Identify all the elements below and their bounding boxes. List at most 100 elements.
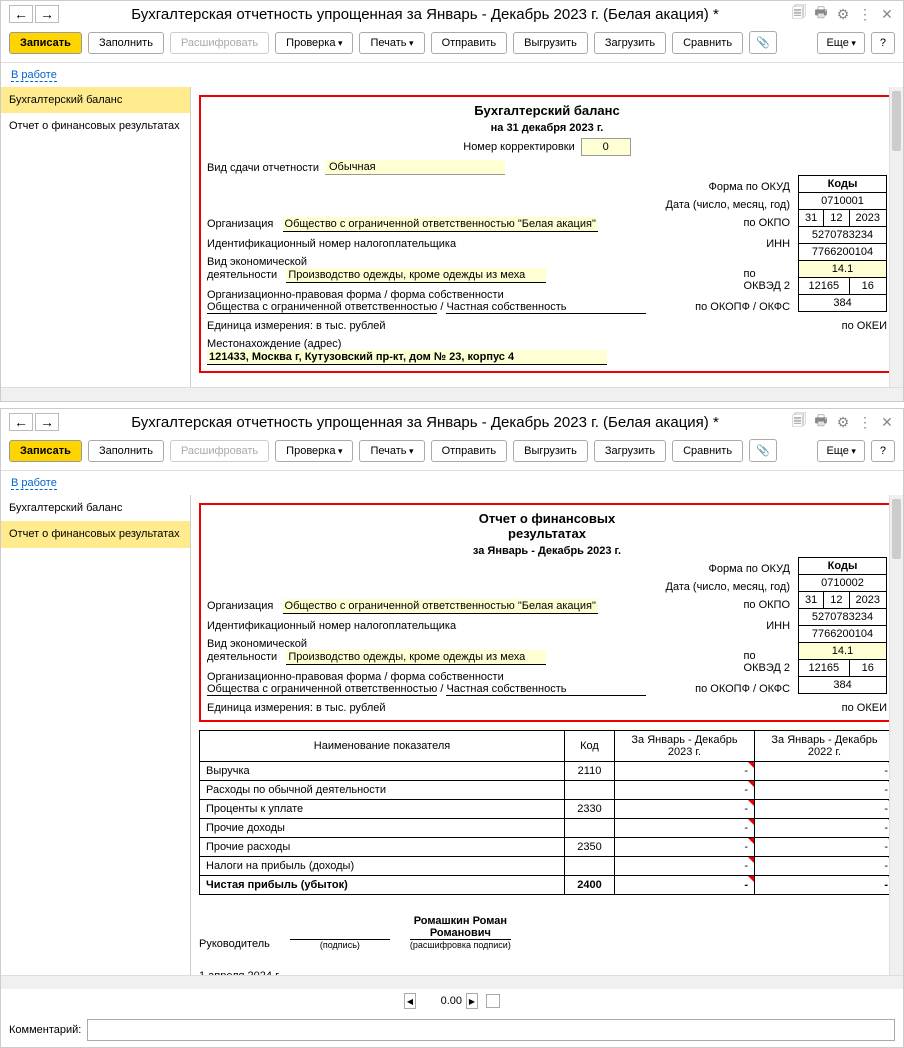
scrollbar-vertical[interactable] <box>889 495 903 975</box>
scrollbar-horizontal[interactable] <box>1 387 903 401</box>
okved-code[interactable]: 14.1 <box>799 643 887 660</box>
send-button[interactable]: Отправить <box>431 440 508 462</box>
export-button[interactable]: Выгрузить <box>513 32 588 54</box>
nav-buttons: ← → <box>9 5 59 23</box>
unit-label: Единица измерения: в тыс. рублей <box>207 320 386 332</box>
footer-controls: ◀ 0.00 ▶ <box>1 989 903 1013</box>
close-icon[interactable]: ✕ <box>879 414 895 430</box>
help-button[interactable]: ? <box>871 32 895 54</box>
comment-label: Комментарий: <box>9 1024 81 1036</box>
row-val-y2[interactable]: - <box>755 838 895 857</box>
col-y1: За Январь - Декабрь 2023 г. <box>615 731 755 762</box>
compare-button[interactable]: Сравнить <box>672 440 743 462</box>
attach-button[interactable]: 📎 <box>749 439 777 462</box>
fill-button[interactable]: Заполнить <box>88 32 164 54</box>
row-val-y2[interactable]: - <box>755 876 895 895</box>
organization-row: Организация Общество с ограниченной отве… <box>207 217 887 232</box>
save-icon[interactable]: 🗐 <box>791 6 807 22</box>
nav-forward-button[interactable]: → <box>35 5 59 23</box>
small-square-button[interactable] <box>486 994 500 1008</box>
export-button[interactable]: Выгрузить <box>513 440 588 462</box>
kebab-icon[interactable]: ⋮ <box>857 6 873 22</box>
signature-line <box>290 927 390 940</box>
more-dropdown[interactable]: Еще <box>817 32 864 54</box>
row-val-y1[interactable]: - <box>615 838 755 857</box>
check-dropdown[interactable]: Проверка <box>275 440 353 462</box>
save-icon[interactable]: 🗐 <box>791 414 807 430</box>
director-name2: Романович <box>410 927 511 940</box>
attach-button[interactable]: 📎 <box>749 31 777 54</box>
col-code: Код <box>565 731 615 762</box>
row-val-y2[interactable]: - <box>755 800 895 819</box>
help-button[interactable]: ? <box>871 440 895 462</box>
okved-code[interactable]: 14.1 <box>799 261 887 278</box>
value-stepper[interactable]: ◀ 0.00 ▶ <box>404 993 478 1009</box>
row-val-y2[interactable]: - <box>755 819 895 838</box>
okved-value[interactable]: Производство одежды, кроме одежды из мех… <box>286 650 546 665</box>
in-work-link[interactable]: В работе <box>1 471 903 495</box>
print-dropdown[interactable]: Печать <box>359 440 424 462</box>
organization-label: Организация <box>207 600 273 612</box>
window-controls: 🗐 🖶 ⚙ ⋮ ✕ <box>791 414 895 430</box>
send-button[interactable]: Отправить <box>431 32 508 54</box>
row-val-y1[interactable]: - <box>615 781 755 800</box>
row-val-y1[interactable]: - <box>615 876 755 895</box>
title-row: ← → Бухгалтерская отчетность упрощенная … <box>1 409 903 435</box>
row-name: Проценты к уплате <box>200 800 565 819</box>
sidebar-item-balance[interactable]: Бухгалтерский баланс <box>1 495 190 521</box>
print-dropdown[interactable]: Печать <box>359 32 424 54</box>
nav-forward-button[interactable]: → <box>35 413 59 431</box>
comment-input[interactable] <box>87 1019 895 1041</box>
in-work-link[interactable]: В работе <box>1 63 903 87</box>
organization-value[interactable]: Общество с ограниченной ответственностью… <box>283 217 598 232</box>
table-row: Расходы по обычной деятельности-- <box>200 781 895 800</box>
row-val-y2[interactable]: - <box>755 781 895 800</box>
sidebar-item-balance[interactable]: Бухгалтерский баланс <box>1 87 190 113</box>
decode-button: Расшифровать <box>170 440 269 462</box>
import-button[interactable]: Загрузить <box>594 32 666 54</box>
row-val-y1[interactable]: - <box>615 819 755 838</box>
sidebar: Бухгалтерский баланс Отчет о финансовых … <box>1 495 191 975</box>
scrollbar-vertical[interactable] <box>889 87 903 387</box>
row-code <box>565 819 615 838</box>
address-value[interactable]: 121433, Москва г, Кутузовский пр-кт, дом… <box>207 350 607 365</box>
row-val-y1[interactable]: - <box>615 762 755 781</box>
stepper-value[interactable]: 0.00 <box>416 994 466 1008</box>
kebab-icon[interactable]: ⋮ <box>857 414 873 430</box>
row-val-y1[interactable]: - <box>615 800 755 819</box>
print-icon[interactable]: 🖶 <box>813 414 829 430</box>
correction-input[interactable]: 0 <box>581 138 631 156</box>
codes-header: Коды <box>799 176 887 193</box>
role-label: Руководитель <box>199 938 270 950</box>
save-button[interactable]: Записать <box>9 440 82 462</box>
okved-value[interactable]: Производство одежды, кроме одежды из мех… <box>286 268 546 283</box>
row-val-y1[interactable]: - <box>615 857 755 876</box>
nav-back-button[interactable]: ← <box>9 5 33 23</box>
row-val-y2[interactable]: - <box>755 857 895 876</box>
fill-button[interactable]: Заполнить <box>88 440 164 462</box>
window-controls: 🗐 🖶 ⚙ ⋮ ✕ <box>791 6 895 22</box>
row-val-y2[interactable]: - <box>755 762 895 781</box>
settings-icon[interactable]: ⚙ <box>835 414 851 430</box>
content-wrap: Бухгалтерский баланс на 31 декабря 2023 … <box>191 87 903 387</box>
import-button[interactable]: Загрузить <box>594 440 666 462</box>
date-day: 31 <box>799 210 824 227</box>
submission-type-input[interactable]: Обычная <box>325 160 505 175</box>
check-dropdown[interactable]: Проверка <box>275 32 353 54</box>
organization-value[interactable]: Общество с ограниченной ответственностью… <box>283 599 598 614</box>
submission-type-row: Вид сдачи отчетности Обычная <box>207 160 887 175</box>
save-button[interactable]: Записать <box>9 32 82 54</box>
sidebar-item-pnl[interactable]: Отчет о финансовых результатах <box>1 113 190 139</box>
print-icon[interactable]: 🖶 <box>813 6 829 22</box>
scrollbar-horizontal[interactable] <box>1 975 903 989</box>
settings-icon[interactable]: ⚙ <box>835 6 851 22</box>
sidebar-item-pnl[interactable]: Отчет о финансовых результатах <box>1 521 190 547</box>
stepper-left-icon[interactable]: ◀ <box>404 993 416 1009</box>
nav-back-button[interactable]: ← <box>9 413 33 431</box>
row-code: 2400 <box>565 876 615 895</box>
row-code: 2330 <box>565 800 615 819</box>
close-icon[interactable]: ✕ <box>879 6 895 22</box>
more-dropdown[interactable]: Еще <box>817 440 864 462</box>
stepper-right-icon[interactable]: ▶ <box>466 993 478 1009</box>
compare-button[interactable]: Сравнить <box>672 32 743 54</box>
